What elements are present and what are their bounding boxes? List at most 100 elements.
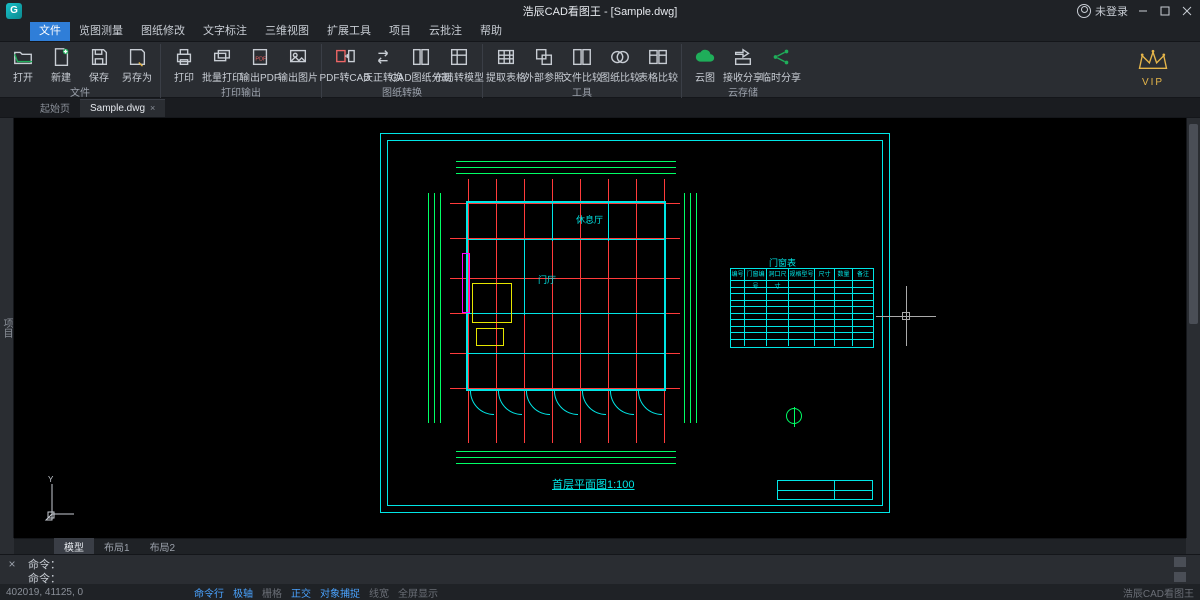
cloud-button[interactable]: 云图: [686, 44, 724, 84]
menu-file[interactable]: 文件: [30, 19, 70, 41]
export-image-button[interactable]: 输出图片: [279, 44, 317, 84]
ribbon-group-cloud: 云图 接收分享 临时分享 云存储: [682, 44, 804, 98]
command-scrollbar[interactable]: [1160, 555, 1200, 584]
scroll-up-icon[interactable]: [1174, 557, 1186, 567]
cloud-icon: [694, 46, 716, 68]
ribbon-group-print: 打印 批量打印 PDF输出PDF 输出图片 打印输出: [161, 44, 322, 98]
ribbon-group-print-label: 打印输出: [221, 84, 261, 99]
drawing-compare-button[interactable]: 图纸比较: [601, 44, 639, 84]
printer-icon: [173, 46, 195, 68]
command-close-button[interactable]: ×: [0, 555, 24, 584]
table-compare-button[interactable]: 表格比较: [639, 44, 677, 84]
print-button[interactable]: 打印: [165, 44, 203, 84]
vip-badge[interactable]: VIP: [1128, 48, 1178, 88]
ribbon-group-file-label: 文件: [70, 84, 90, 99]
minimize-button[interactable]: [1136, 4, 1150, 18]
drawing-cursor: [876, 286, 936, 346]
title-block: [777, 480, 873, 500]
toggle-ortho[interactable]: 正交: [287, 585, 315, 600]
export-pdf-button[interactable]: PDF输出PDF: [241, 44, 279, 84]
save-as-button[interactable]: 另存为: [118, 44, 156, 84]
batch-print-button[interactable]: 批量打印: [203, 44, 241, 84]
tab-close-icon[interactable]: ×: [150, 103, 155, 113]
status-brand: 浩辰CAD看图王: [1123, 585, 1194, 600]
vip-label: VIP: [1128, 77, 1178, 88]
tab-start-page[interactable]: 起始页: [30, 97, 80, 118]
toggle-lineweight[interactable]: 线宽: [365, 585, 393, 600]
open-button[interactable]: 打开: [4, 44, 42, 84]
menu-edit[interactable]: 图纸修改: [132, 19, 194, 41]
layout-to-model-button[interactable]: 布局转模型: [440, 44, 478, 84]
tab-sample-dwg[interactable]: Sample.dwg ×: [80, 99, 165, 117]
user-status[interactable]: 未登录: [1077, 3, 1128, 19]
side-panel-strip[interactable]: 项目: [0, 118, 14, 538]
menu-help[interactable]: 帮助: [471, 19, 511, 41]
command-line-area: × 命令： 命令：: [0, 554, 1200, 584]
scroll-down-icon[interactable]: [1174, 572, 1186, 582]
receive-share-icon: [732, 46, 754, 68]
ribbon-group-convert: PDF转CAD 天正转换 CAD图纸分割 布局转模型 图纸转换: [322, 44, 483, 98]
layout-tabs: 模型 布局1 布局2: [14, 538, 1186, 554]
room-label-lobby: 门厅: [538, 273, 556, 286]
pdf-icon: PDF: [249, 46, 271, 68]
north-arrow: [786, 408, 802, 424]
temp-share-button[interactable]: 临时分享: [762, 44, 800, 84]
svg-text:PDF: PDF: [255, 57, 267, 63]
command-input[interactable]: 命令：: [28, 570, 1156, 584]
svg-text:Y: Y: [48, 475, 54, 484]
toggle-cmdline[interactable]: 命令行: [190, 585, 228, 600]
extract-table-button[interactable]: 提取表格: [487, 44, 525, 84]
toggle-polar[interactable]: 极轴: [229, 585, 257, 600]
menu-view-measure[interactable]: 览图测量: [70, 19, 132, 41]
crown-icon: [1135, 48, 1171, 76]
ucs-icon: Y: [44, 472, 84, 522]
close-button[interactable]: [1180, 4, 1194, 18]
scrollbar-thumb[interactable]: [1189, 124, 1198, 324]
menu-extensions[interactable]: 扩展工具: [318, 19, 380, 41]
menu-text-annotation[interactable]: 文字标注: [194, 19, 256, 41]
cursor-coordinates: 402019, 41125, 0: [6, 587, 83, 598]
share-icon: [770, 46, 792, 68]
room-label-lounge: 休息厅: [576, 213, 603, 226]
convert-icon: [372, 46, 394, 68]
ribbon-group-tools: 提取表格 外部参照 文件比较 图纸比较 表格比较 工具: [483, 44, 682, 98]
menu-cloud-annotation[interactable]: 云批注: [420, 19, 471, 41]
title-bar: 浩辰CAD看图王 - [Sample.dwg] 未登录: [0, 0, 1200, 22]
layout-tab-layout1[interactable]: 布局1: [94, 538, 140, 555]
ribbon-group-tools-label: 工具: [572, 84, 592, 99]
pdf-to-cad-button[interactable]: PDF转CAD: [326, 44, 364, 84]
document-tabs: 起始页 Sample.dwg ×: [0, 98, 1200, 118]
drawing-compare-icon: [609, 46, 631, 68]
toggle-fullscreen[interactable]: 全屏显示: [394, 585, 442, 600]
menu-project[interactable]: 项目: [380, 19, 420, 41]
receive-share-button[interactable]: 接收分享: [724, 44, 762, 84]
ribbon: 打开 新建 保存 另存为 文件 打印 批量打印 PDF输出PDF 输出图片 打印…: [0, 42, 1200, 98]
new-button[interactable]: 新建: [42, 44, 80, 84]
menu-3d-view[interactable]: 三维视图: [256, 19, 318, 41]
layout-tab-model[interactable]: 模型: [54, 538, 94, 555]
ribbon-group-convert-label: 图纸转换: [382, 84, 422, 99]
tab-label: Sample.dwg: [90, 103, 145, 114]
drawing-canvas[interactable]: Y 首层平面图1:100: [14, 118, 1186, 538]
plan-title: 首层平面图1:100: [552, 476, 635, 492]
split-icon: [410, 46, 432, 68]
maximize-button[interactable]: [1158, 4, 1172, 18]
toggle-osnap[interactable]: 对象捕捉: [316, 585, 364, 600]
save-icon: [88, 46, 110, 68]
floor-plan: 休息厅 门厅: [426, 153, 706, 473]
layout-tab-layout2[interactable]: 布局2: [140, 538, 186, 555]
toggle-grid[interactable]: 栅格: [258, 585, 286, 600]
ribbon-group-cloud-label: 云存储: [728, 84, 758, 99]
menu-bar: 文件 览图测量 图纸修改 文字标注 三维视图 扩展工具 项目 云批注 帮助: [0, 22, 1200, 42]
side-panel-label: 项目: [0, 318, 14, 338]
file-compare-button[interactable]: 文件比较: [563, 44, 601, 84]
xref-icon: [533, 46, 555, 68]
xref-button[interactable]: 外部参照: [525, 44, 563, 84]
folder-open-icon: [12, 46, 34, 68]
status-toggles: 命令行 极轴 栅格 正交 对象捕捉 线宽 全屏显示: [190, 585, 442, 600]
vertical-scrollbar[interactable]: [1186, 118, 1200, 538]
save-button[interactable]: 保存: [80, 44, 118, 84]
table-extract-icon: [495, 46, 517, 68]
image-export-icon: [287, 46, 309, 68]
app-logo: [6, 3, 22, 19]
